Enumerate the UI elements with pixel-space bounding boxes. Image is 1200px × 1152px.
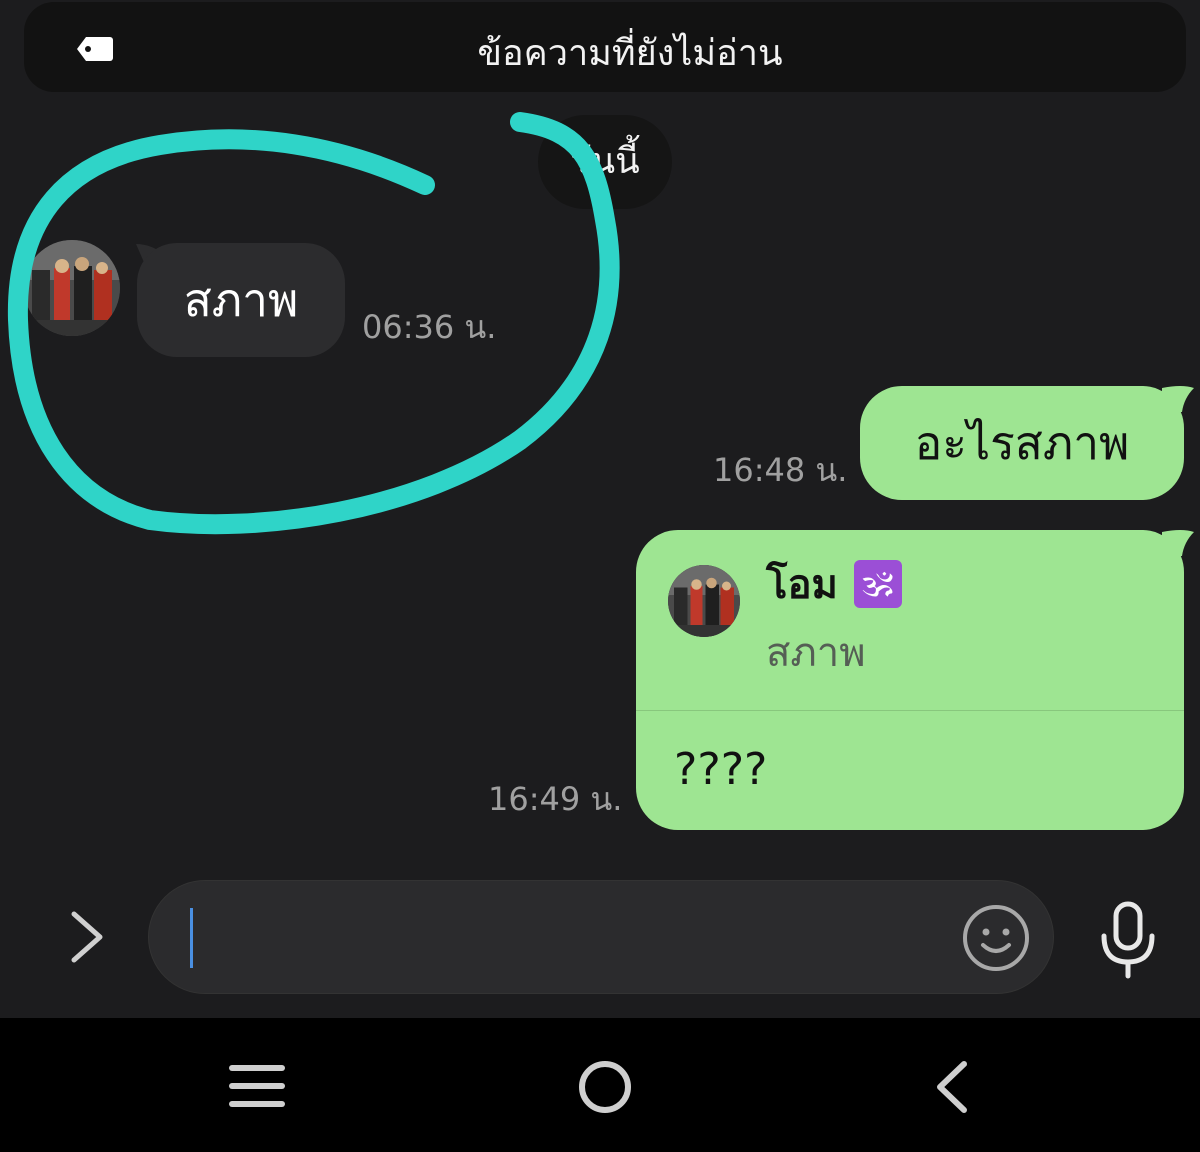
microphone-icon[interactable] [1096,900,1160,980]
incoming-message-bubble[interactable]: สภาพ [137,243,345,357]
home-circle-icon[interactable] [570,1052,640,1122]
text-cursor [190,908,193,968]
quoted-sender-name: โอม [766,562,838,608]
sender-avatar[interactable] [24,240,120,336]
avatar-photo-icon [24,240,120,336]
chat-area[interactable]: ข้อความที่ยังไม่อ่าน วันนี้ สภาพ 06:36 น… [0,0,1200,858]
chevron-right-icon[interactable] [60,910,114,964]
message-timestamp: 16:49 น. [488,780,623,818]
date-separator: วันนี้ [538,115,672,209]
quoted-message-text: สภาพ [766,630,866,676]
unread-banner-text: ข้อความที่ยังไม่อ่าน [477,33,783,74]
avatar-photo-icon [668,565,740,637]
back-chevron-icon[interactable] [916,1052,986,1122]
reply-divider [636,710,1184,711]
message-timestamp: 16:48 น. [713,451,848,489]
message-timestamp: 06:36 น. [362,308,497,346]
reply-message-text: ???? [674,744,768,795]
message-input[interactable] [148,880,1054,994]
smiley-icon[interactable] [960,902,1032,974]
quoted-sender-avatar [668,565,740,637]
unread-messages-banner[interactable]: ข้อความที่ยังไม่อ่าน [24,2,1186,92]
menu-lines-icon[interactable] [222,1052,292,1122]
om-symbol-icon: 🕉 [854,560,902,608]
outgoing-message-bubble[interactable]: อะไรสภาพ [860,386,1184,500]
